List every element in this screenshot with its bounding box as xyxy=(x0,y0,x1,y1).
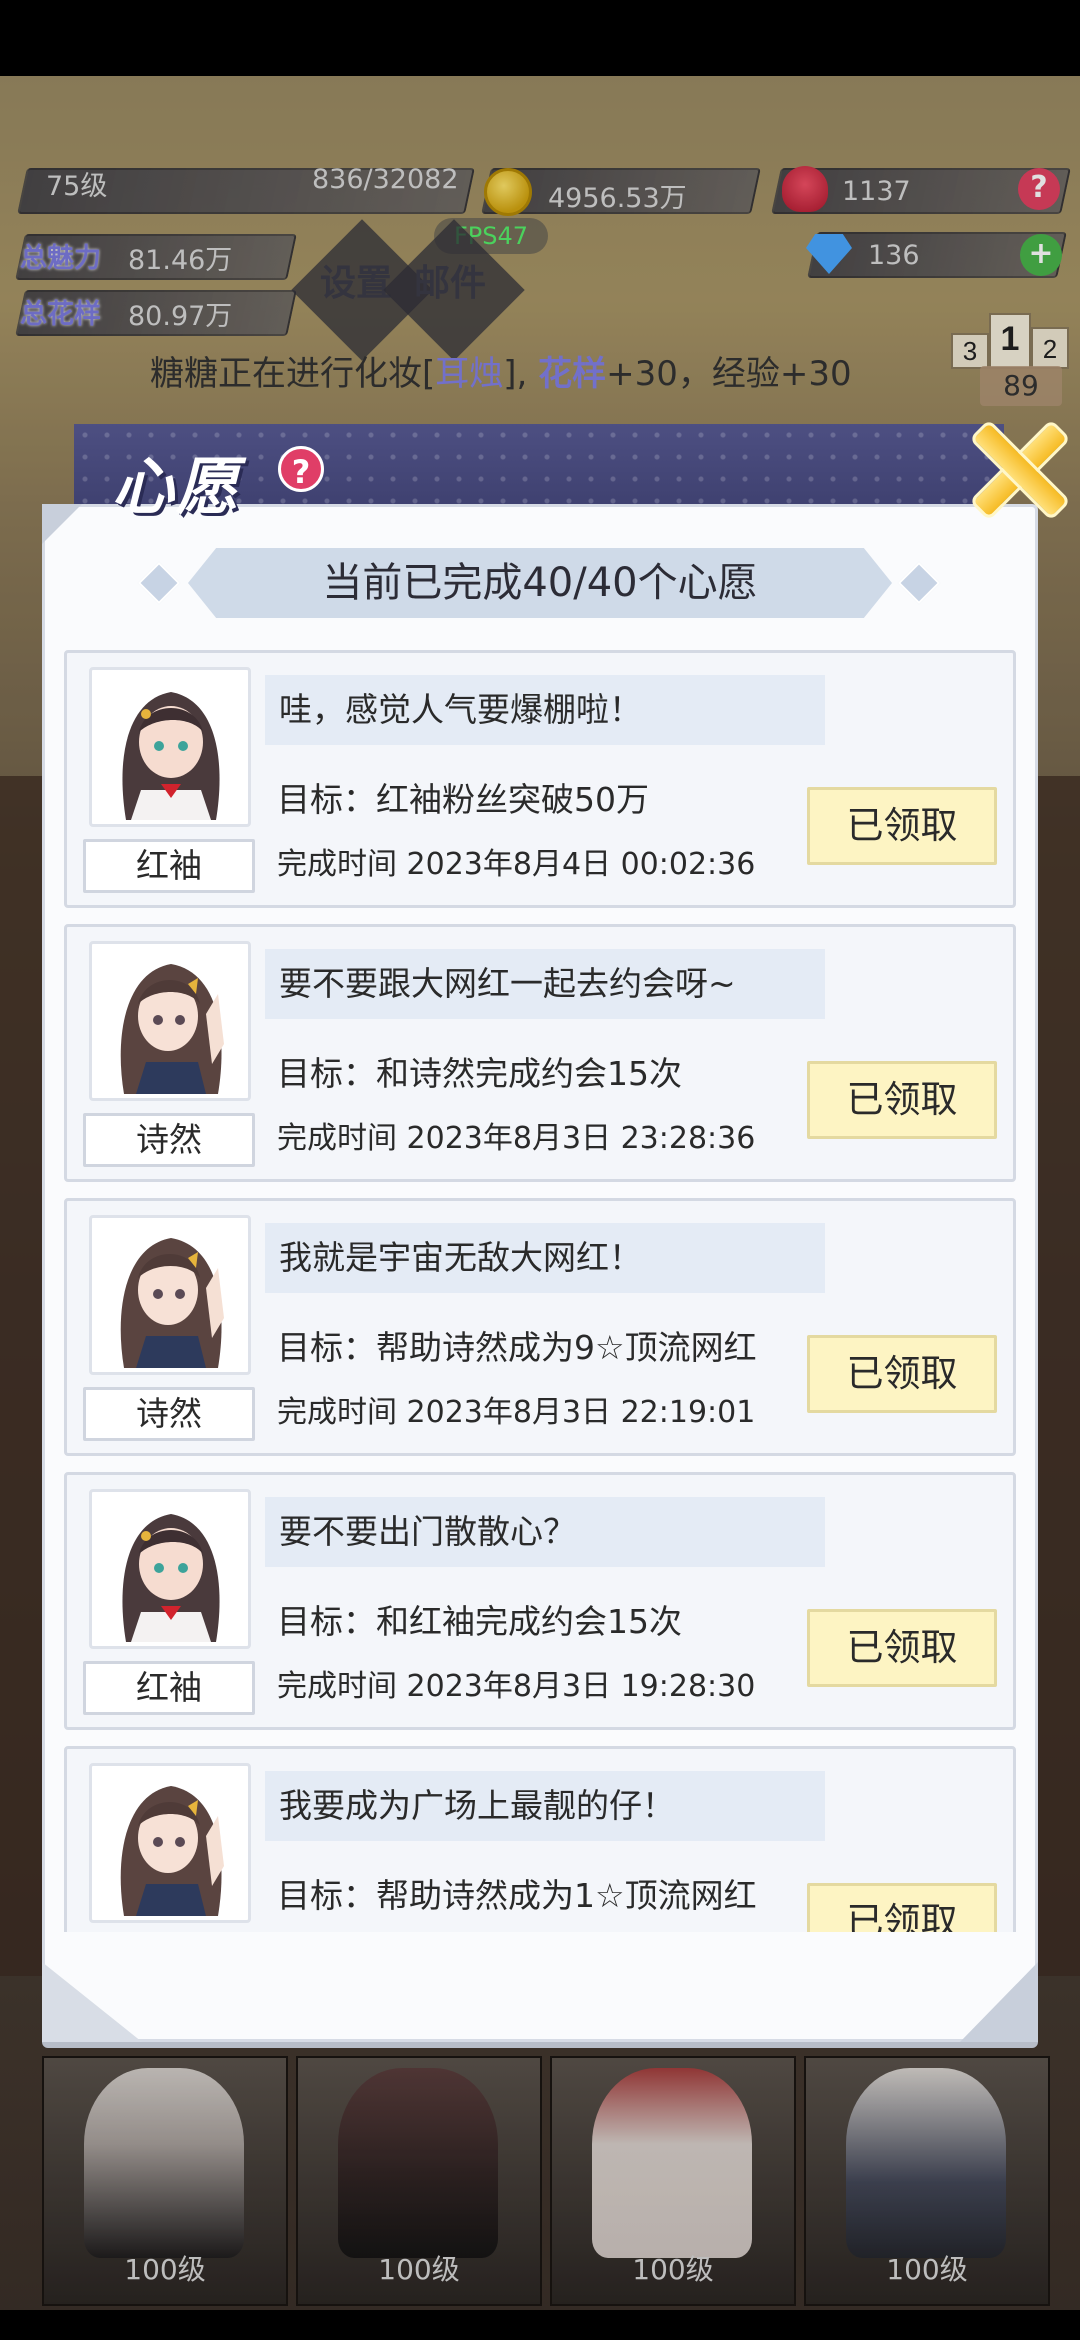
wish-list[interactable]: 红袖 哇，感觉人气要爆棚啦！ 目标：红袖粉丝突破50万 完成时间 2023年8月… xyxy=(64,648,1016,1932)
wish-title: 我就是宇宙无敌大网红！ xyxy=(279,1238,642,1277)
wish-progress: 当前已完成40/40个心愿 xyxy=(322,560,758,606)
character-name: 诗然 xyxy=(83,1387,255,1441)
avatar-shiran xyxy=(120,1786,224,1916)
corner-decoration xyxy=(960,1962,1038,2042)
wish-goal: 目标：红袖粉丝突破50万 xyxy=(277,780,649,819)
corner-decoration xyxy=(42,1962,142,2042)
avatar-frame xyxy=(89,941,251,1101)
claimed-button[interactable]: 已领取 xyxy=(807,1883,997,1932)
avatar-frame xyxy=(89,1215,251,1375)
wish-time: 完成时间 2023年8月3日 22:19:01 xyxy=(277,1395,756,1430)
corner-decoration xyxy=(42,504,82,544)
wish-time: 完成时间 2023年8月4日 00:02:36 xyxy=(277,847,756,882)
avatar-hongxiu xyxy=(122,1514,220,1642)
wish-time: 完成时间 2023年8月3日 19:28:30 xyxy=(277,1669,756,1704)
character-name: 红袖 xyxy=(83,1661,255,1715)
claimed-button[interactable]: 已领取 xyxy=(807,1061,997,1139)
wish-row: 红袖 要不要出门散散心？ 目标：和红袖完成约会15次 完成时间 2023年8月3… xyxy=(64,1472,1016,1730)
wish-row: 诗然 要不要跟大网红一起去约会呀~ 目标：和诗然完成约会15次 完成时间 202… xyxy=(64,924,1016,1182)
wish-help-icon[interactable]: ? xyxy=(278,446,324,492)
status-bar-area xyxy=(0,0,1080,76)
close-icon[interactable] xyxy=(966,416,1066,516)
wish-row: 诗然 我就是宇宙无敌大网红！ 目标：帮助诗然成为9☆顶流网红 完成时间 2023… xyxy=(64,1198,1016,1456)
claimed-button[interactable]: 已领取 xyxy=(807,1335,997,1413)
wish-goal: 目标：帮助诗然成为9☆顶流网红 xyxy=(277,1328,757,1367)
character-name: 诗然 xyxy=(83,1113,255,1167)
wish-goal: 目标：和诗然完成约会15次 xyxy=(277,1054,682,1093)
wish-row: 我要成为广场上最靓的仔！ 目标：帮助诗然成为1☆顶流网红 已领取 xyxy=(64,1746,1016,1932)
navigation-bar-area xyxy=(0,2310,1080,2340)
avatar-frame xyxy=(89,1489,251,1649)
wish-title: 我要成为广场上最靓的仔！ xyxy=(279,1786,675,1825)
avatar-shiran xyxy=(120,1238,224,1368)
wish-time: 完成时间 2023年8月3日 23:28:36 xyxy=(277,1121,756,1156)
wish-title: 哇，感觉人气要爆棚啦！ xyxy=(279,690,642,729)
avatar-shiran xyxy=(120,964,224,1094)
avatar-hongxiu xyxy=(122,692,220,820)
avatar-frame xyxy=(89,1763,251,1923)
claimed-button[interactable]: 已领取 xyxy=(807,1609,997,1687)
wish-goal: 目标：和红袖完成约会15次 xyxy=(277,1602,682,1641)
avatar-frame xyxy=(89,667,251,827)
wish-title: 要不要出门散散心？ xyxy=(279,1512,576,1551)
dialog-title: 心愿 xyxy=(112,450,241,523)
wish-title: 要不要跟大网红一起去约会呀~ xyxy=(279,964,736,1003)
claimed-button[interactable]: 已领取 xyxy=(807,787,997,865)
character-name: 红袖 xyxy=(83,839,255,893)
wish-goal: 目标：帮助诗然成为1☆顶流网红 xyxy=(277,1876,757,1915)
wish-row: 红袖 哇，感觉人气要爆棚啦！ 目标：红袖粉丝突破50万 完成时间 2023年8月… xyxy=(64,650,1016,908)
